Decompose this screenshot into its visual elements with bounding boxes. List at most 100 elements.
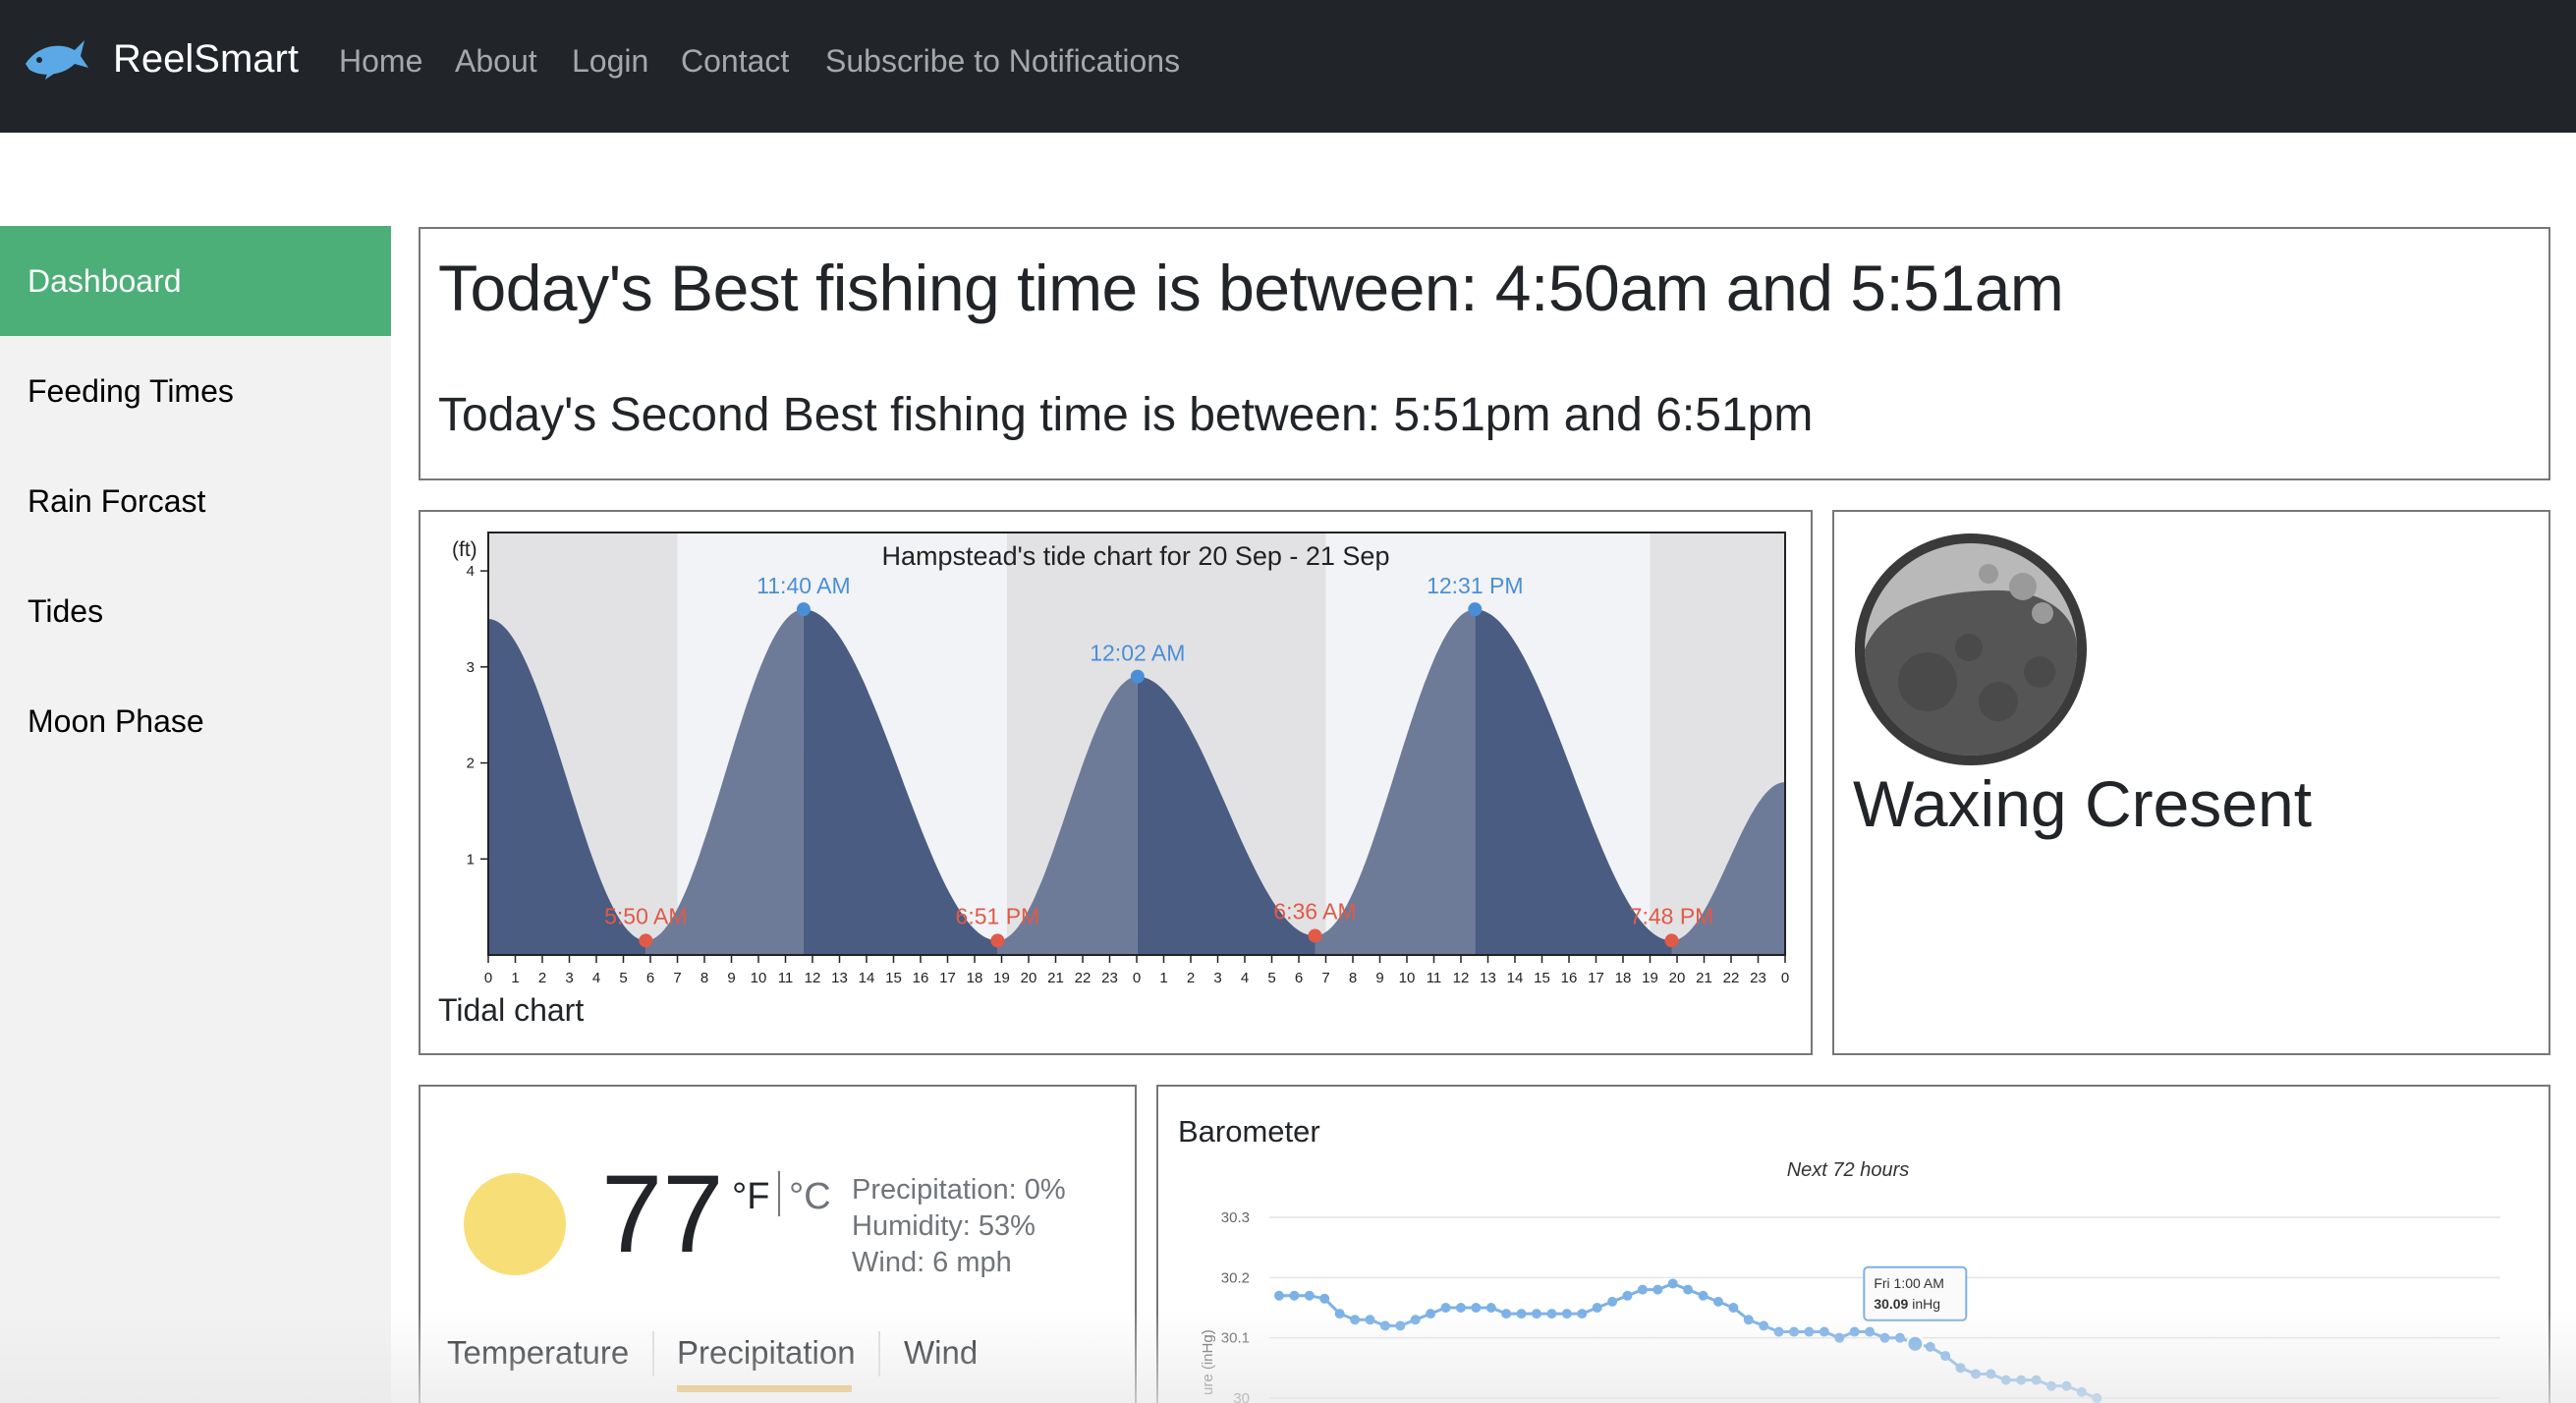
nav-link-login[interactable]: Login: [572, 43, 648, 80]
tide-low-label: 6:36 AM: [1273, 898, 1356, 924]
tide-x-tick-label: 4: [592, 970, 600, 986]
baro-point: [1485, 1303, 1496, 1313]
baro-point: [1455, 1303, 1466, 1313]
fish-logo-icon[interactable]: [22, 34, 90, 85]
baro-point: [2031, 1375, 2042, 1385]
baro-point: [1471, 1303, 1482, 1313]
tide-x-tick-label: 7: [673, 970, 681, 986]
tide-high-point: [1130, 669, 1145, 684]
baro-point: [1698, 1290, 1708, 1301]
baro-point: [1652, 1284, 1663, 1295]
baro-tooltip-value: 30.09 inHg: [1874, 1296, 1940, 1312]
tide-low-point: [1664, 933, 1679, 948]
baro-point: [1289, 1290, 1300, 1301]
tide-x-tick-label: 16: [1561, 970, 1578, 986]
nav-link-contact[interactable]: Contact: [681, 43, 789, 80]
tide-x-tick-label: 5: [619, 970, 627, 986]
tide-y-tick-label: 4: [467, 563, 475, 580]
baro-point: [1683, 1284, 1694, 1295]
baro-point: [2046, 1380, 2057, 1391]
baro-point: [1319, 1293, 1330, 1304]
tide-x-tick-label: 2: [1187, 970, 1195, 986]
baro-y-tick-label: 30.1: [1221, 1330, 1250, 1347]
baro-point: [1304, 1290, 1315, 1301]
tide-x-tick-label: 18: [967, 970, 983, 986]
tide-x-tick-label: 6: [646, 970, 654, 986]
baro-point: [1804, 1326, 1815, 1337]
baro-point: [1516, 1309, 1527, 1319]
baro-point: [1546, 1309, 1557, 1319]
tide-x-tick-label: 3: [1213, 970, 1221, 986]
nav-link-about[interactable]: About: [455, 43, 537, 80]
tide-x-tick-label: 10: [751, 970, 767, 986]
tide-y-tick-label: 1: [467, 851, 475, 868]
tide-x-tick-label: 17: [939, 970, 956, 986]
tab-wind[interactable]: Wind: [904, 1334, 978, 1372]
tide-x-tick-label: 13: [831, 970, 848, 986]
baro-point: [1350, 1315, 1361, 1325]
best-time-heading: Today's Best fishing time is between: 4:…: [438, 252, 2064, 324]
baro-point: [2016, 1375, 2027, 1385]
baro-point: [1894, 1332, 1905, 1343]
tide-x-tick-label: 22: [1075, 970, 1092, 986]
tide-y-tick-label: 2: [467, 756, 475, 772]
baro-point: [1274, 1290, 1284, 1301]
baro-point: [2092, 1393, 2102, 1403]
tide-x-tick-label: 3: [565, 970, 573, 986]
tide-low-point: [639, 933, 653, 948]
sidebar-item-feeding-times[interactable]: Feeding Times: [0, 336, 391, 446]
tide-x-tick-label: 10: [1399, 970, 1416, 986]
baro-point: [2000, 1375, 2011, 1385]
top-navbar: ReelSmart Home About Login Contact Subsc…: [0, 0, 2576, 133]
tide-x-tick-label: 7: [1321, 970, 1329, 986]
sidebar-item-tides[interactable]: Tides: [0, 556, 391, 666]
tide-x-tick-label: 23: [1101, 970, 1118, 986]
tide-x-tick-label: 15: [885, 970, 902, 986]
sidebar-item-dashboard[interactable]: Dashboard: [0, 226, 391, 336]
moon-phase-icon: [1855, 533, 2087, 765]
tide-x-tick-label: 12: [1453, 970, 1470, 986]
tide-x-tick-label: 0: [1133, 970, 1141, 986]
barometer-y-label: ure (inHg): [1200, 1329, 1216, 1395]
baro-point: [1759, 1320, 1769, 1331]
nav-link-home[interactable]: Home: [339, 43, 422, 80]
baro-point: [1334, 1309, 1345, 1319]
baro-y-tick-label: 30: [1233, 1390, 1250, 1403]
baro-point: [1395, 1320, 1406, 1331]
baro-point: [1532, 1309, 1542, 1319]
baro-point: [1789, 1326, 1800, 1337]
baro-point: [1577, 1309, 1588, 1319]
tide-chart-y-label: (ft): [452, 538, 477, 561]
brand-name[interactable]: ReelSmart: [113, 37, 299, 82]
humidity-detail: Humidity: 53%: [852, 1210, 1036, 1242]
sidebar-item-rain-forcast[interactable]: Rain Forcast: [0, 446, 391, 556]
unit-fahrenheit[interactable]: °F: [732, 1176, 769, 1218]
tide-high-label: 12:02 AM: [1090, 641, 1185, 666]
barometer-chart: 30 30.1 30.2 30.3 Fri 1:00 AM 30.09 inHg ure…: [1200, 1209, 2500, 1403]
baro-point: [1440, 1303, 1451, 1313]
tab-precipitation[interactable]: Precipitation: [677, 1334, 856, 1372]
sidebar-item-moon-phase[interactable]: Moon Phase: [0, 666, 391, 776]
baro-point: [1743, 1315, 1754, 1325]
tide-chart: 0 1 2 3 4 5 6 7 8 9 10 11 12 13 14 15 16 17 18 19 20 21 22 23 0 1…: [452, 532, 1789, 986]
tide-x-tick-label: 11: [778, 970, 794, 986]
baro-point: [1561, 1309, 1572, 1319]
tide-low-label: 7:48 PM: [1630, 903, 1714, 928]
baro-point: [1728, 1303, 1739, 1313]
tide-x-tick-label: 15: [1534, 970, 1550, 986]
barometer-title: Barometer: [1178, 1114, 1320, 1149]
baro-point: [1940, 1351, 1951, 1362]
baro-series-line: [1279, 1281, 2098, 1400]
baro-y-tick-label: 30.2: [1221, 1269, 1250, 1286]
tide-low-label: 6:51 PM: [956, 903, 1040, 928]
tide-x-tick-label: 21: [1696, 970, 1712, 986]
tide-x-tick-label: 18: [1615, 970, 1632, 986]
baro-point: [1592, 1303, 1602, 1313]
moon-phase-label: Waxing Cresent: [1853, 767, 2313, 840]
tab-temperature[interactable]: Temperature: [447, 1334, 629, 1372]
unit-celsius[interactable]: °C: [789, 1176, 831, 1218]
tide-low-point: [990, 933, 1005, 948]
tide-high-point: [796, 602, 811, 617]
nav-link-subscribe[interactable]: Subscribe to Notifications: [825, 43, 1180, 80]
tide-x-tick-label: 8: [700, 970, 708, 986]
